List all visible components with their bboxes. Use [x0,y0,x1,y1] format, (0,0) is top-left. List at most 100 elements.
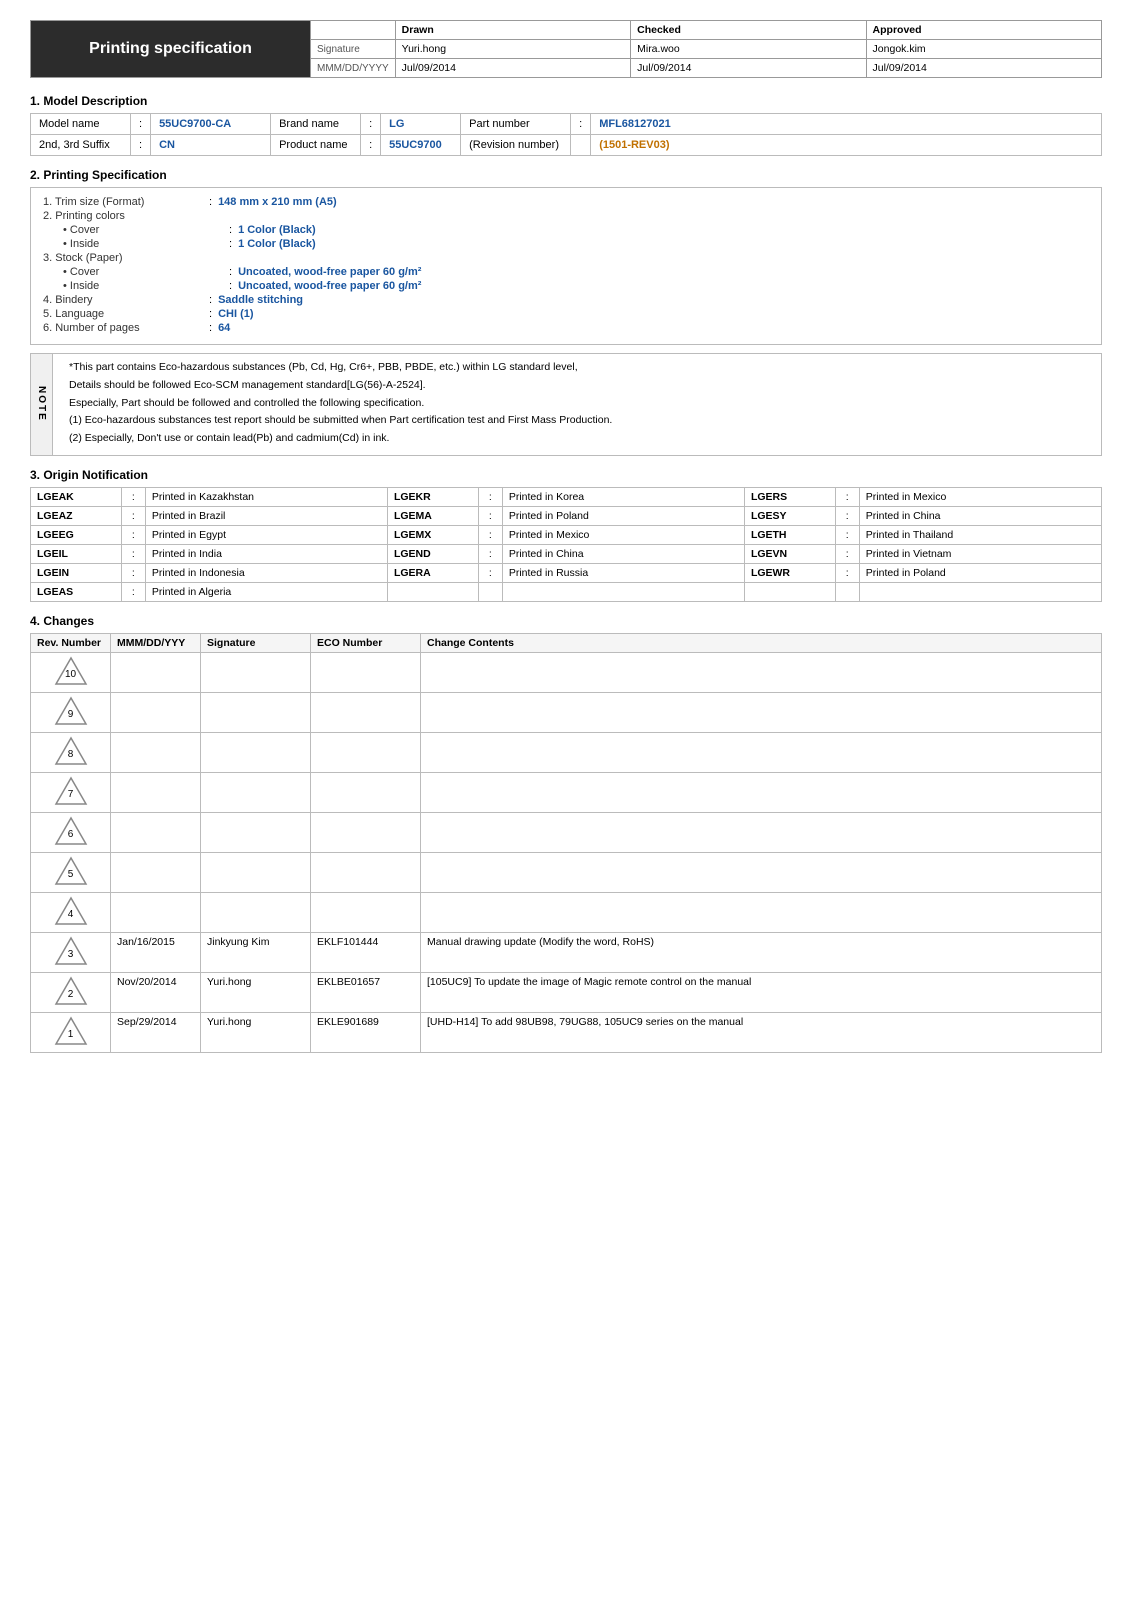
rev-number: 5 [54,869,88,880]
rev-number-cell: 3 [31,932,111,972]
change-signature: Yuri.hong [201,1012,311,1052]
product-name-value: 55UC9700 [381,135,461,156]
change-desc [421,732,1102,772]
origin-desc: Printed in Vietnam [859,544,1101,563]
note-line-4: (2) Especially, Don't use or contain lea… [69,431,1091,447]
origin-sep: : [835,506,859,525]
rev-number: 1 [54,1029,88,1040]
origin-sep [478,582,502,601]
origin-sep: : [121,506,145,525]
changes-header-4: Change Contents [421,633,1102,652]
origin-sep: : [121,487,145,506]
rev-number: 6 [54,829,88,840]
colon4: : [131,135,151,156]
change-eco: EKLBE01657 [311,972,421,1012]
change-desc [421,892,1102,932]
rev-number: 2 [54,989,88,1000]
origin-code: LGEEG [31,525,122,544]
cover-stock-row: • Cover : Uncoated, wood-free paper 60 g… [43,266,1089,278]
product-name-label: Product name [271,135,361,156]
changes-row: 3 Jan/16/2015Jinkyung KimEKLF101444Manua… [31,932,1102,972]
rev-number: 7 [54,789,88,800]
change-date [111,892,201,932]
language-colon: : [209,308,212,320]
colon2: : [361,114,381,135]
origin-desc: Printed in Thailand [859,525,1101,544]
change-desc [421,812,1102,852]
origin-sep: : [835,544,859,563]
change-date [111,692,201,732]
model-name-label: Model name [31,114,131,135]
brand-name-value: LG [381,114,461,135]
origin-desc: Printed in Algeria [145,582,387,601]
origin-desc: Printed in China [859,506,1101,525]
origin-code: LGESY [744,506,835,525]
model-name-value: 55UC9700-CA [151,114,271,135]
change-desc: Manual drawing update (Modify the word, … [421,932,1102,972]
origin-code: LGEVN [744,544,835,563]
cover-stock-label: • Cover [63,266,223,278]
change-signature: Jinkyung Kim [201,932,311,972]
pages-value: 64 [218,322,230,334]
cover-label: • Cover [63,224,223,236]
cover-stock-colon: : [229,266,232,278]
change-eco [311,692,421,732]
changes-row: 10 [31,652,1102,692]
change-desc [421,692,1102,732]
checked-date: Jul/09/2014 [631,59,866,78]
rev-number: 9 [54,709,88,720]
model-table: Model name : 55UC9700-CA Brand name : LG… [30,113,1102,156]
rev-number-cell: 2 [31,972,111,1012]
change-eco [311,812,421,852]
origin-desc: Printed in Egypt [145,525,387,544]
rev-number-cell: 1 [31,1012,111,1052]
origin-code: LGEIL [31,544,122,563]
change-desc [421,652,1102,692]
colon1: : [131,114,151,135]
rev-number-cell: 4 [31,892,111,932]
origin-code [387,582,478,601]
origin-desc [859,582,1101,601]
cover-color-row: • Cover : 1 Color (Black) [43,224,1089,236]
changes-row: 1 Sep/29/2014Yuri.hongEKLE901689[UHD-H14… [31,1012,1102,1052]
cover-stock-value: Uncoated, wood-free paper 60 g/m² [238,266,421,278]
inside-colon: : [229,238,232,250]
change-signature [201,652,311,692]
inside-label: • Inside [63,238,223,250]
printing-spec-box: 1. Trim size (Format) : 148 mm x 210 mm … [30,187,1102,345]
suffix-value: CN [151,135,271,156]
origin-sep: : [121,544,145,563]
origin-sep: : [478,525,502,544]
note-line-2: Especially, Part should be followed and … [69,396,1091,412]
changes-row: 4 [31,892,1102,932]
change-eco [311,772,421,812]
rev-number-cell: 5 [31,852,111,892]
origin-sep: : [478,563,502,582]
origin-code: LGEMX [387,525,478,544]
drawn-signature: Yuri.hong [395,40,630,59]
note-line-1: Details should be followed Eco-SCM manag… [69,378,1091,394]
change-eco [311,732,421,772]
origin-code: LGEIN [31,563,122,582]
change-signature [201,772,311,812]
change-eco: EKLF101444 [311,932,421,972]
change-eco [311,852,421,892]
change-eco [311,652,421,692]
note-content: *This part contains Eco-hazardous substa… [69,360,1091,447]
document-title: Printing specification [31,21,311,78]
changes-row: 9 [31,692,1102,732]
cover-color-value: 1 Color (Black) [238,224,316,236]
bindery-colon: : [209,294,212,306]
origin-sep: : [121,582,145,601]
origin-table: LGEAK:Printed in KazakhstanLGEKR:Printed… [30,487,1102,602]
origin-code [744,582,835,601]
trim-size-row: 1. Trim size (Format) : 148 mm x 210 mm … [43,196,1089,208]
inside-stock-label: • Inside [63,280,223,292]
colon5: : [361,135,381,156]
change-date [111,812,201,852]
header-empty [311,21,396,40]
changes-header-2: Signature [201,633,311,652]
colon3: : [571,114,591,135]
language-row: 5. Language : CHI (1) [43,308,1089,320]
brand-name-label: Brand name [271,114,361,135]
